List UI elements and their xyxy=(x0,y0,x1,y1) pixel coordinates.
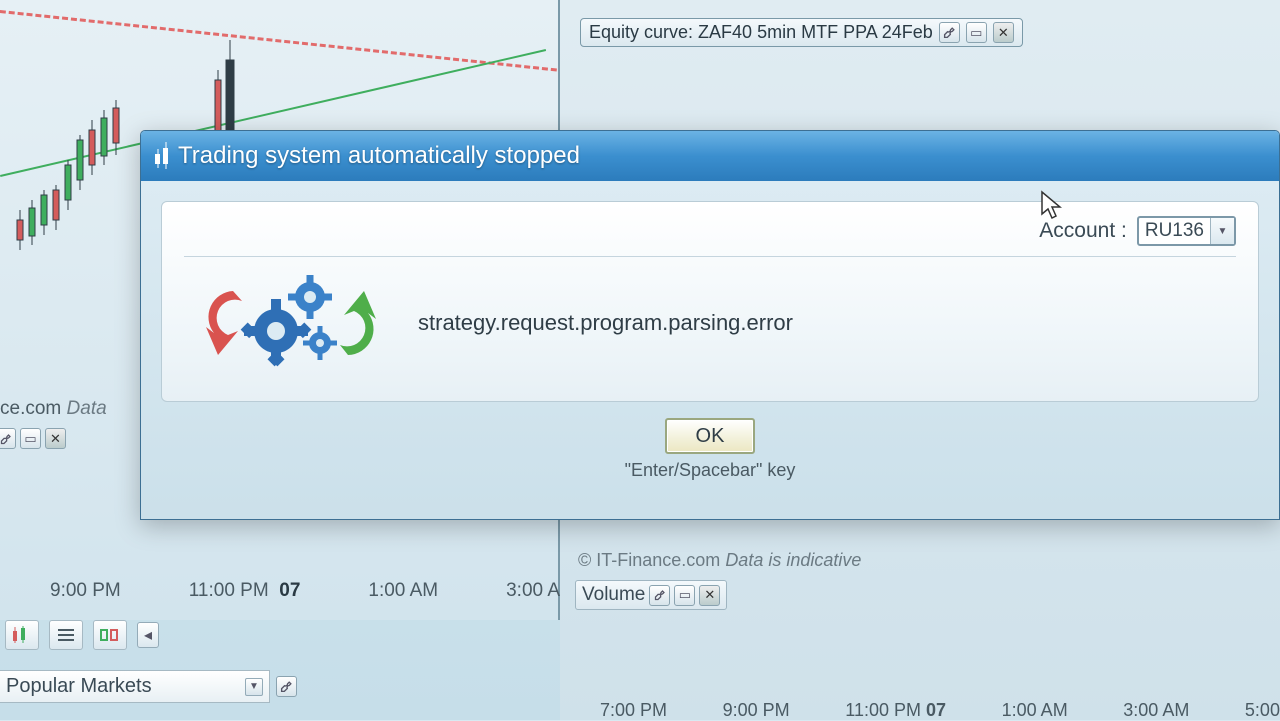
volume-label: Volume xyxy=(582,584,645,606)
cursor-icon xyxy=(1040,190,1062,220)
maximize-icon[interactable]: ▭ xyxy=(966,22,987,43)
chart-toolbar: ◂ xyxy=(5,620,159,650)
dialog-title: Trading system automatically stopped xyxy=(178,142,580,170)
markets-dropdown: Popular Markets ▼ xyxy=(0,670,297,703)
data-watermark-right: © IT-Finance.com Data is indicative xyxy=(578,550,861,571)
time-axis-left: 9:00 PM 11:00 PM 07 1:00 AM 3:00 A xyxy=(50,580,560,602)
candlestick-icon xyxy=(155,148,168,164)
error-message: strategy.request.program.parsing.error xyxy=(418,310,793,336)
close-icon[interactable]: ✕ xyxy=(45,428,66,449)
wrench-icon[interactable] xyxy=(0,428,16,449)
account-label: Account : xyxy=(1039,219,1127,243)
wrench-icon[interactable] xyxy=(939,22,960,43)
trading-stopped-dialog: Trading system automatically stopped Acc… xyxy=(140,130,1280,520)
account-row: Account : RU136 ▼ xyxy=(184,216,1236,257)
close-icon[interactable]: ✕ xyxy=(993,22,1014,43)
scroll-left-button[interactable]: ◂ xyxy=(137,622,159,648)
equity-curve-tab[interactable]: Equity curve: ZAF40 5min MTF PPA 24Feb ▭… xyxy=(580,18,1023,47)
account-value: RU136 xyxy=(1139,220,1210,242)
message-row: strategy.request.program.parsing.error xyxy=(184,257,1236,373)
time-axis-right: 7:00 PM 9:00 PM 11:00 PM 07 1:00 AM 3:00… xyxy=(600,700,1280,721)
list-view-icon[interactable] xyxy=(49,620,83,650)
close-icon[interactable]: ✕ xyxy=(699,585,720,606)
ok-hint: "Enter/Spacebar" key xyxy=(625,460,796,481)
left-panel-controls: ▭ ✕ xyxy=(0,428,66,449)
volume-panel-header[interactable]: Volume ▭ ✕ xyxy=(575,580,727,610)
wrench-icon[interactable] xyxy=(276,676,297,697)
chevron-down-icon: ▼ xyxy=(245,678,263,696)
markets-select[interactable]: Popular Markets ▼ xyxy=(0,670,270,703)
maximize-icon[interactable]: ▭ xyxy=(674,585,695,606)
ok-button[interactable]: OK xyxy=(665,418,755,454)
dialog-titlebar[interactable]: Trading system automatically stopped xyxy=(141,131,1279,181)
dialog-body: Account : RU136 ▼ xyxy=(141,181,1279,519)
dialog-actions: OK "Enter/Spacebar" key xyxy=(161,418,1259,481)
gears-reload-icon xyxy=(198,273,388,373)
data-watermark-left: ce.com Data xyxy=(0,398,107,420)
chevron-down-icon: ▼ xyxy=(1210,218,1234,244)
compare-icon[interactable] xyxy=(93,620,127,650)
wrench-icon[interactable] xyxy=(649,585,670,606)
candle-style-icon[interactable] xyxy=(5,620,39,650)
maximize-icon[interactable]: ▭ xyxy=(20,428,41,449)
account-select[interactable]: RU136 ▼ xyxy=(1137,216,1236,246)
equity-curve-label: Equity curve: ZAF40 5min MTF PPA 24Feb xyxy=(589,22,933,43)
dialog-content-box: Account : RU136 ▼ xyxy=(161,201,1259,402)
markets-label: Popular Markets xyxy=(6,675,152,698)
